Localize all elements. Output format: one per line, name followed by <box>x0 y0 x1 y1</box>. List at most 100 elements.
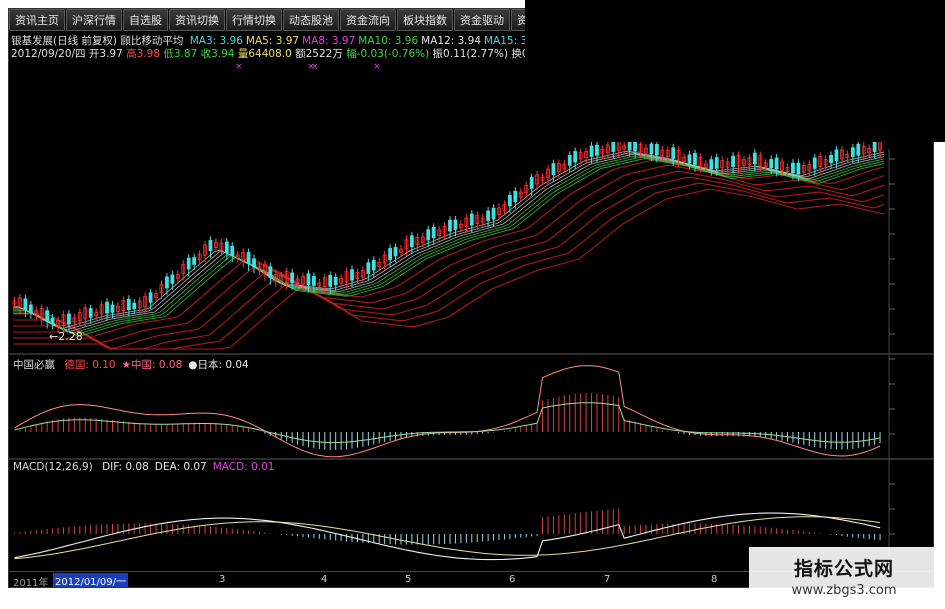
menu-tab[interactable]: 资讯主页 <box>9 9 65 31</box>
watermark: 指标公式网 www.zbgs3.com <box>749 547 939 605</box>
menu-tab[interactable]: 资讯切换 <box>169 9 225 31</box>
candle-body <box>791 162 795 174</box>
signal-marker: × <box>311 62 319 72</box>
candle-body <box>371 259 376 271</box>
low-price-label: ←2.28 <box>49 330 83 343</box>
candle-body <box>850 147 855 157</box>
candle-body <box>693 153 697 165</box>
signal-marker: × <box>373 62 381 72</box>
axis-month-label: 4 <box>321 574 328 585</box>
candle-body <box>731 155 735 167</box>
candle-body <box>627 140 632 151</box>
legend-value: ●日本: 0.04 <box>188 359 249 371</box>
candle-body <box>551 163 556 176</box>
menu-tab[interactable]: 沪深行情 <box>66 9 122 31</box>
candle-body <box>709 159 714 170</box>
candle-body <box>268 266 273 278</box>
legend-value: 德国: 0.10 <box>64 359 116 371</box>
candle-body <box>649 143 654 155</box>
quote-date: 2012/09/20/四 <box>11 48 86 60</box>
candle-body <box>350 269 354 281</box>
candle-body <box>328 275 333 287</box>
indicator1-line-green <box>14 402 881 444</box>
menu-tab[interactable]: 资金流向 <box>340 9 396 31</box>
candle-body <box>513 190 518 202</box>
watermark-title: 指标公式网 <box>793 558 894 580</box>
candle-body <box>469 213 474 226</box>
candle-body <box>208 240 213 252</box>
menu-tab[interactable]: 动态股池 <box>283 9 339 31</box>
moving-average-line <box>13 176 885 350</box>
candle-body <box>110 304 115 313</box>
candle-body <box>67 313 71 325</box>
watermark-url: www.zbgs3.com <box>791 583 897 598</box>
candle-body <box>165 276 169 289</box>
candle-body <box>192 257 197 265</box>
macd-values: DIF: 0.08 DEA: 0.07 MACD: 0.01 <box>102 461 280 473</box>
candle-body <box>529 177 534 189</box>
menu-tab[interactable]: 自选股 <box>123 9 168 31</box>
candle-body <box>453 219 458 230</box>
candle-body <box>491 207 496 220</box>
candle-body <box>687 154 692 164</box>
macd-name: MACD(12,26,9) <box>13 461 93 473</box>
candle-body <box>426 229 431 241</box>
quote-amount: 额2522万 <box>295 48 343 60</box>
candle-body <box>431 226 436 239</box>
candle-body <box>448 219 452 232</box>
candle-body <box>186 257 191 270</box>
signal-marker: × <box>235 62 243 72</box>
axis-start-label: 2011年 <box>13 578 49 588</box>
candle-body <box>28 304 33 314</box>
axis-month-label: 5 <box>405 574 412 585</box>
legend-value: DEA: 0.07 <box>154 461 207 473</box>
candle-body <box>409 235 414 248</box>
candle-body <box>366 262 371 274</box>
candle-body <box>796 162 801 175</box>
quote-line: 2012/09/20/四 开3.97 高3.98 低3.87 收3.94 量64… <box>11 46 539 61</box>
occluded-region <box>525 0 945 142</box>
candle-body <box>306 273 311 286</box>
menu-tab[interactable]: 行情切换 <box>226 9 282 31</box>
indicator1-legend: 中国必赢 德国: 0.10 ★中国: 0.08 ●日本: 0.04 <box>13 357 255 372</box>
candle-body <box>246 252 251 264</box>
candle-body <box>224 241 229 254</box>
candle-body <box>333 276 338 286</box>
menu-tab[interactable]: 资金驱动 <box>454 9 510 31</box>
candle-body <box>105 301 109 314</box>
candle-body <box>829 154 833 164</box>
candle-body <box>752 152 757 165</box>
moving-average-line <box>13 188 885 350</box>
candle-body <box>872 141 877 152</box>
top-menu-bar: 资讯主页沪深行情自选股资讯切换行情切换动态股池资金流向板块指数资金驱动资金 <box>9 9 546 31</box>
legend-value: ★中国: 0.08 <box>121 359 183 371</box>
quote-open: 开3.97 <box>88 48 123 60</box>
indicator1-line-red <box>14 365 881 458</box>
indicator1-values: 德国: 0.10 ★中国: 0.08 ●日本: 0.04 <box>64 359 254 371</box>
menu-tab[interactable]: 板块指数 <box>397 9 453 31</box>
moving-average-line <box>13 156 885 335</box>
candle-body <box>230 245 235 256</box>
candle-body <box>50 317 55 325</box>
candle-body <box>126 298 131 311</box>
legend-value: MACD: 0.01 <box>212 461 275 473</box>
candle-body <box>589 145 594 157</box>
legend-value: DIF: 0.08 <box>102 461 149 473</box>
candle-body <box>148 292 153 303</box>
indicator1-name: 中国必赢 <box>13 359 55 371</box>
candle-body <box>507 195 512 207</box>
candle-body <box>393 246 398 257</box>
candle-body <box>486 210 491 221</box>
candle-body <box>774 157 779 170</box>
candle-body <box>611 140 616 152</box>
axis-month-label: 3 <box>219 574 226 585</box>
candle-body <box>170 274 175 284</box>
quote-volume: 量64408.0 <box>237 48 292 60</box>
axis-month-label: 6 <box>509 574 516 585</box>
axis-month-label: 8 <box>711 574 718 585</box>
candle-body <box>671 147 676 159</box>
candle-body <box>312 276 316 286</box>
quote-close: 收3.94 <box>200 48 235 60</box>
candle-body <box>388 248 393 260</box>
candle-body <box>290 272 295 284</box>
